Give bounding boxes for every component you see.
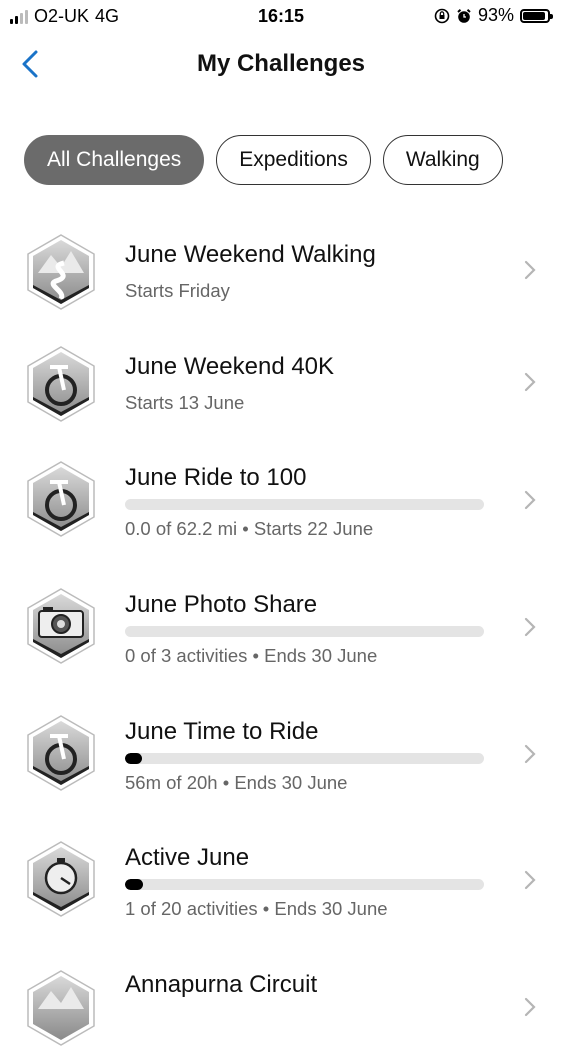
alarm-icon bbox=[457, 8, 471, 23]
challenge-title: June Weekend Walking bbox=[125, 241, 376, 268]
stopwatch-icon bbox=[27, 841, 95, 917]
cycling-icon bbox=[27, 346, 95, 422]
challenge-row[interactable]: June Weekend 40K Starts 13 June bbox=[0, 327, 562, 437]
battery-icon bbox=[520, 8, 553, 23]
chevron-right-icon bbox=[524, 870, 536, 890]
walking-path-icon bbox=[27, 234, 95, 310]
filter-expeditions[interactable]: Expeditions bbox=[216, 135, 371, 185]
challenge-subtitle: 0 of 3 activities • Ends 30 June bbox=[125, 645, 378, 666]
chevron-right-icon bbox=[524, 260, 536, 280]
challenge-title: Active June bbox=[125, 844, 250, 871]
challenge-progress-bar bbox=[125, 879, 484, 890]
cycling-icon bbox=[27, 461, 95, 537]
challenge-title: June Photo Share bbox=[125, 591, 318, 618]
challenge-title: June Ride to 100 bbox=[125, 464, 307, 491]
camera-icon bbox=[27, 588, 95, 664]
challenge-title: June Weekend 40K bbox=[125, 353, 335, 380]
cycling-icon bbox=[27, 715, 95, 791]
orientation-lock-icon bbox=[434, 8, 450, 23]
challenge-subtitle: 0.0 of 62.2 mi • Starts 22 June bbox=[125, 518, 374, 539]
status-bar: O2-UK 4G 16:15 93% bbox=[0, 0, 562, 32]
chevron-right-icon bbox=[524, 490, 536, 510]
chevron-right-icon bbox=[524, 744, 536, 764]
challenge-row[interactable]: Active June 1 of 20 activities • Ends 30… bbox=[0, 818, 562, 928]
filter-walking[interactable]: Walking bbox=[382, 135, 503, 185]
challenge-row[interactable]: June Time to Ride 56m of 20h • Ends 30 J… bbox=[0, 692, 562, 802]
challenge-progress-fill bbox=[125, 753, 142, 764]
challenge-title: Annapurna Circuit bbox=[125, 971, 318, 998]
challenge-row[interactable]: June Photo Share 0 of 3 activities • End… bbox=[0, 565, 562, 675]
challenge-progress-bar bbox=[125, 499, 484, 510]
challenge-progress-bar bbox=[125, 626, 484, 637]
filter-all-challenges[interactable]: All Challenges bbox=[24, 135, 205, 185]
page-title: My Challenges bbox=[196, 50, 366, 77]
filter-tabs: All Challenges Expeditions Walking bbox=[24, 135, 503, 185]
challenge-row[interactable]: Annapurna Circuit bbox=[0, 945, 562, 1046]
chevron-right-icon bbox=[524, 997, 536, 1017]
mountain-icon bbox=[27, 970, 95, 1046]
challenge-subtitle: Starts 13 June bbox=[125, 392, 245, 413]
challenge-progress-fill bbox=[125, 879, 143, 890]
challenge-subtitle: 1 of 20 activities • Ends 30 June bbox=[125, 898, 388, 919]
chevron-right-icon bbox=[524, 372, 536, 392]
battery-level bbox=[523, 11, 546, 20]
challenge-progress-bar bbox=[125, 753, 484, 764]
chevron-right-icon bbox=[524, 617, 536, 637]
challenge-subtitle: 56m of 20h • Ends 30 June bbox=[125, 772, 348, 793]
status-right: 93% bbox=[434, 5, 553, 26]
challenge-row[interactable]: June Ride to 100 0.0 of 62.2 mi • Starts… bbox=[0, 438, 562, 548]
nav-bar: My Challenges bbox=[0, 40, 562, 90]
challenge-subtitle: Starts Friday bbox=[125, 280, 230, 301]
battery-percent: 93% bbox=[477, 5, 514, 25]
challenge-row[interactable]: June Weekend Walking Starts Friday bbox=[0, 215, 562, 325]
challenge-title: June Time to Ride bbox=[125, 718, 319, 745]
